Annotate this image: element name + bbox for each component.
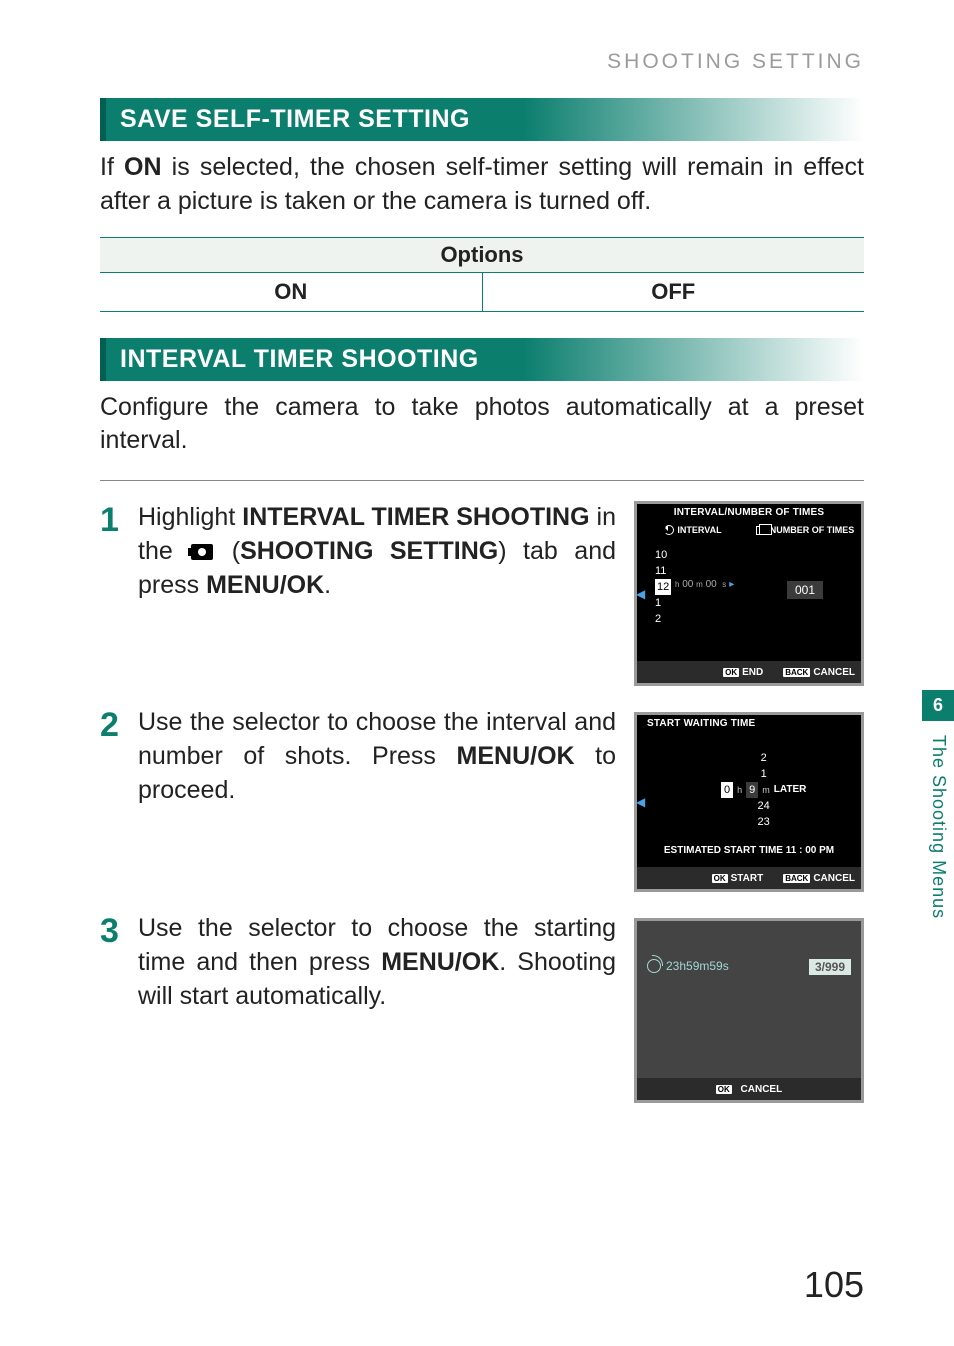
section1-paragraph: If ON is selected, the chosen self-timer… [100, 151, 864, 219]
countdown-time: 23h59m59s [666, 959, 729, 973]
text: . [324, 571, 331, 599]
screen-title: INTERVAL/NUMBER OF TIMES [637, 504, 861, 521]
ok-action: OKEND [723, 667, 763, 678]
ok-badge: OK [716, 1085, 732, 1094]
hour-wheel: 2 1 0 h 9 m LATER 24 23 [721, 750, 806, 830]
estimated-start-time: ESTIMATED START TIME 11 : 00 PM [637, 845, 861, 856]
step-3: 3 Use the selector to choose the startin… [100, 912, 864, 1103]
back-label: CANCEL [813, 873, 855, 884]
text: Highlight [138, 503, 242, 531]
ok-badge: OK [723, 668, 739, 677]
column-number-of-times: NUMBER OF TIMES 001 [749, 521, 861, 651]
hour-wheel: 10 11 12 1 2 [655, 547, 671, 627]
wheel-value: 10 [655, 547, 671, 563]
ok-label: END [742, 667, 763, 678]
wheel-value: 2 [655, 611, 671, 627]
text-bold: MENU/OK [206, 571, 324, 599]
ok-action: OK CANCEL [716, 1084, 782, 1095]
timer-icon [647, 959, 661, 973]
text: is selected, the chosen self-timer setti… [100, 153, 864, 215]
screen-bottom-bar: OKEND BACKCANCEL [637, 661, 861, 683]
options-row: ON OFF [100, 273, 864, 311]
chapter-side-tab: 6 The Shooting Menus [922, 690, 954, 933]
unit: s [722, 580, 726, 589]
val: 00 [682, 579, 693, 590]
cycle-icon [664, 525, 674, 535]
wheel-value: 1 [721, 766, 806, 782]
ok-label: START [731, 873, 764, 884]
ok-action: OKSTART [712, 873, 764, 884]
section-title-save-self-timer: SAVE SELF-TIMER SETTING [100, 98, 864, 141]
text-bold: SHOOTING SETTING [240, 537, 498, 565]
col-header: INTERVAL [677, 525, 721, 535]
ok-label: CANCEL [741, 1084, 783, 1095]
text: If [100, 153, 124, 181]
options-header: Options [100, 238, 864, 273]
page: SHOOTING SETTING SAVE SELF-TIMER SETTING… [0, 0, 954, 1346]
frame-counter-badge: 3/999 [809, 959, 851, 975]
step-text: Use the selector to choose the starting … [138, 912, 616, 1013]
options-table: Options ON OFF [100, 237, 864, 312]
divider-line [100, 480, 864, 481]
minute-value: 9 [746, 782, 758, 798]
screen-bottom-bar: OK CANCEL [637, 1078, 861, 1100]
screen-title: START WAITING TIME [637, 715, 861, 732]
step-number: 2 [100, 708, 138, 742]
option-on: ON [100, 273, 482, 311]
wheel-value: 2 [721, 750, 806, 766]
text: ( [215, 537, 240, 565]
step-text: Highlight INTERVAL TIMER SHOOTING in the… [138, 501, 616, 602]
page-number: 105 [804, 1264, 864, 1306]
ok-badge: OK [712, 874, 728, 883]
wheel-value: 11 [655, 563, 671, 579]
text-bold: INTERVAL TIMER SHOOTING [242, 503, 589, 531]
wheel-value: 1 [655, 595, 671, 611]
chapter-number: 6 [922, 690, 954, 721]
camera-screen-start-waiting: START WAITING TIME ◀ 2 1 0 h 9 m LATER 2 [634, 712, 864, 892]
back-badge: BACK [783, 668, 810, 677]
unit-h: h [737, 782, 742, 798]
stack-icon [756, 526, 767, 535]
wheel-value: 24 [721, 798, 806, 814]
unit-m: m [762, 782, 770, 798]
back-action: BACKCANCEL [783, 667, 855, 678]
back-label: CANCEL [813, 667, 855, 678]
text-bold: MENU/OK [381, 948, 499, 976]
chapter-title-vertical: The Shooting Menus [922, 721, 954, 933]
step-number: 1 [100, 503, 138, 537]
breadcrumb-header: SHOOTING SETTING [100, 50, 864, 74]
camera-screen-countdown: 23h59m59s 3/999 OK CANCEL [634, 918, 864, 1103]
screenshot-1-wrap: INTERVAL/NUMBER OF TIMES ◀ INTERVAL 10 1… [634, 501, 864, 686]
time-values: h 00 m 00 s▸ [675, 579, 734, 590]
camera-screen-interval-number: INTERVAL/NUMBER OF TIMES ◀ INTERVAL 10 1… [634, 501, 864, 686]
screenshot-2-wrap: START WAITING TIME ◀ 2 1 0 h 9 m LATER 2 [634, 706, 864, 892]
wheel-value: 23 [721, 814, 806, 830]
number-of-times-value: 001 [749, 581, 861, 599]
col-header: NUMBER OF TIMES [770, 525, 855, 535]
section2-paragraph: Configure the camera to take photos auto… [100, 391, 864, 459]
step-number: 3 [100, 914, 138, 948]
val: 00 [706, 579, 717, 590]
option-off: OFF [483, 273, 865, 311]
back-action: BACKCANCEL [783, 873, 855, 884]
text-bold: MENU/OK [457, 742, 575, 770]
wheel-selected: 0 [721, 782, 733, 798]
shooting-setting-icon [191, 544, 213, 560]
step-text: Use the selector to choose the interval … [138, 706, 616, 807]
value-box: 001 [787, 581, 823, 599]
countdown-status: 23h59m59s [647, 959, 729, 973]
screenshot-3-wrap: 23h59m59s 3/999 OK CANCEL [634, 912, 864, 1103]
section-title-interval-timer: INTERVAL TIMER SHOOTING [100, 338, 864, 381]
screen-bottom-bar: OKSTART BACKCANCEL [637, 867, 861, 889]
text-bold-on: ON [124, 153, 162, 181]
later-label: LATER [774, 782, 807, 798]
column-interval: INTERVAL 10 11 12 1 2 h 00 m 00 s▸ [637, 521, 749, 651]
step-2: 2 Use the selector to choose the interva… [100, 706, 864, 892]
back-badge: BACK [783, 874, 810, 883]
wheel-selected: 12 [655, 579, 671, 595]
step-1: 1 Highlight INTERVAL TIMER SHOOTING in t… [100, 501, 864, 686]
